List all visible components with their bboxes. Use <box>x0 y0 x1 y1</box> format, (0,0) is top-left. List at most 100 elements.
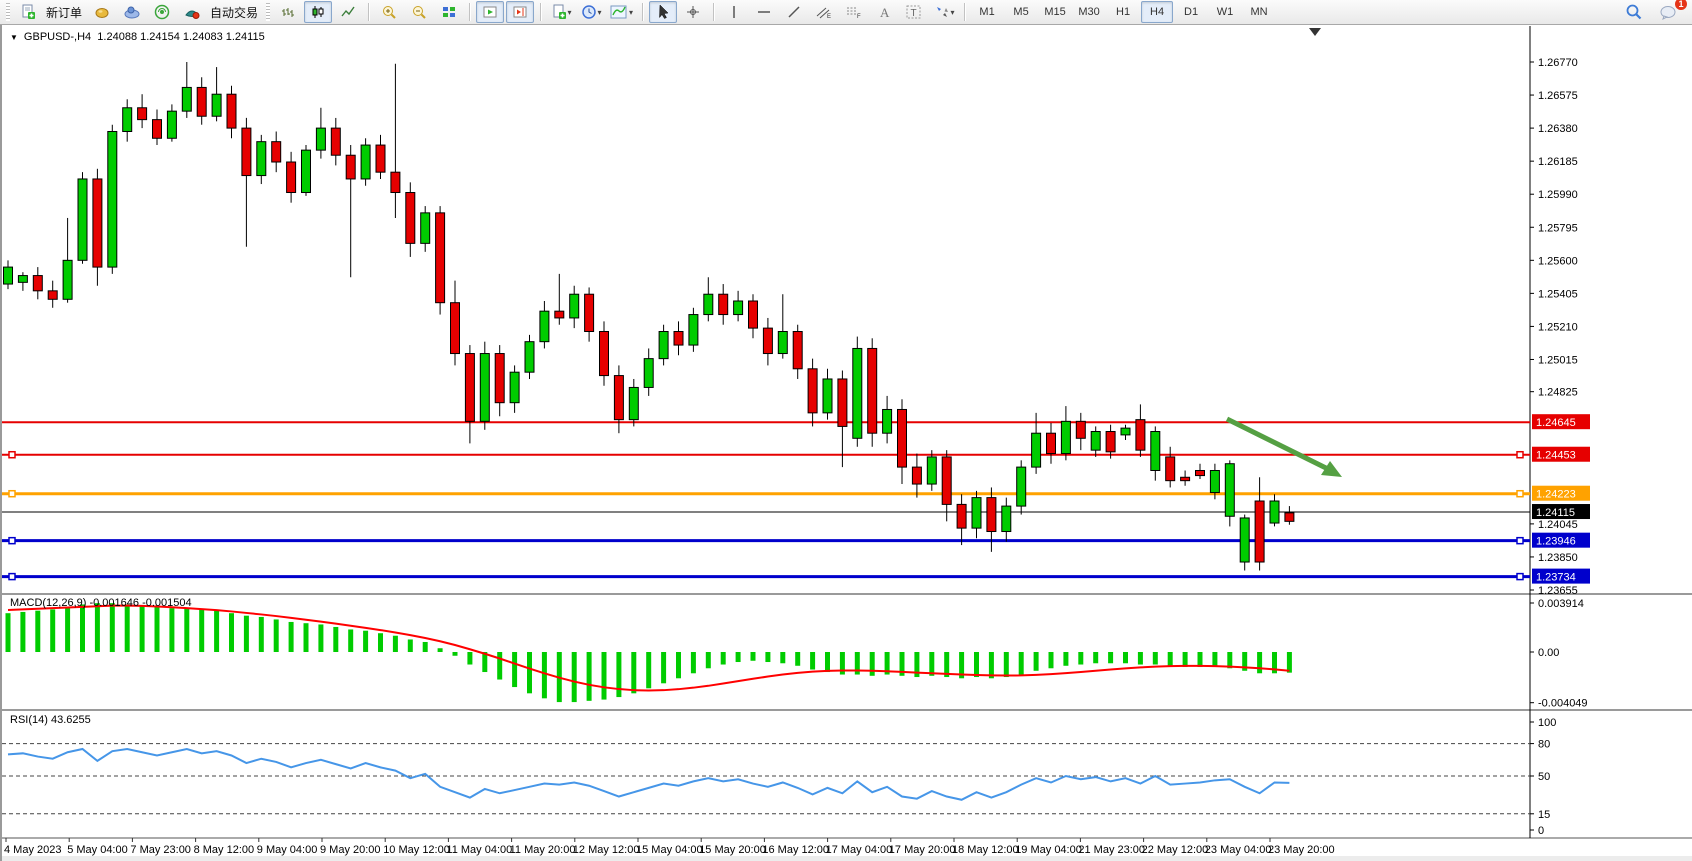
bar-chart-type-button[interactable] <box>274 1 302 23</box>
zoom-in-button[interactable] <box>375 1 403 23</box>
cursor-tool-button[interactable] <box>649 1 677 23</box>
macd-bar <box>35 611 40 652</box>
line-handle[interactable] <box>9 538 15 544</box>
line-handle[interactable] <box>1517 538 1523 544</box>
bear-candle <box>1285 513 1294 521</box>
line-handle[interactable] <box>1517 491 1523 497</box>
chart-canvas[interactable]: 1.267701.265751.263801.261851.259901.257… <box>2 25 1692 861</box>
vertical-line-tool-button[interactable] <box>720 1 748 23</box>
svg-text:1.24645: 1.24645 <box>1536 417 1576 429</box>
svg-text:1.23850: 1.23850 <box>1538 552 1578 564</box>
bear-candle <box>763 328 772 353</box>
bear-candle <box>1076 421 1085 438</box>
bull-candle <box>167 111 176 138</box>
timeframe-w1-button[interactable]: W1 <box>1209 1 1241 23</box>
toolbar-grip-2[interactable] <box>266 3 270 21</box>
macd-bar <box>616 652 621 697</box>
timeframe-m5-button[interactable]: M5 <box>1005 1 1037 23</box>
macd-bar <box>1049 652 1054 668</box>
timeframe-m1-button[interactable]: M1 <box>971 1 1003 23</box>
auto-trading-button[interactable] <box>178 1 206 23</box>
arrows-tool-button[interactable]: ▾ <box>930 1 958 23</box>
crosshair-tool-button[interactable] <box>679 1 707 23</box>
macd-bar <box>1257 652 1262 673</box>
timeframe-h1-button[interactable]: H1 <box>1107 1 1139 23</box>
macd-bar <box>1287 652 1292 673</box>
bear-candle <box>197 87 206 116</box>
new-order-label[interactable]: 新订单 <box>46 4 82 21</box>
bear-candle <box>451 303 460 354</box>
timeframe-m30-button[interactable]: M30 <box>1073 1 1105 23</box>
search-button[interactable] <box>1620 1 1648 23</box>
signals-button[interactable] <box>148 1 176 23</box>
svg-text:1.26575: 1.26575 <box>1538 90 1578 102</box>
svg-text:0.003914: 0.003914 <box>1538 598 1584 610</box>
line-chart-type-button[interactable] <box>334 1 362 23</box>
macd-bar <box>661 652 666 683</box>
trendline-tool-button[interactable] <box>780 1 808 23</box>
toolbar-grip[interactable] <box>6 3 10 21</box>
notifications-button[interactable]: 1 <box>1654 1 1682 23</box>
line-handle[interactable] <box>9 574 15 580</box>
period-button[interactable]: ▾ <box>577 1 605 23</box>
timeframe-h4-button[interactable]: H4 <box>1141 1 1173 23</box>
macd-bar <box>706 652 711 668</box>
new-order-button[interactable] <box>14 1 42 23</box>
macd-bar <box>378 633 383 652</box>
market-watch-icon <box>94 4 110 20</box>
bear-candle <box>793 332 802 369</box>
new-chart-button[interactable]: ▾ <box>547 1 575 23</box>
macd-bar <box>1034 652 1039 671</box>
timeframe-m15-button[interactable]: M15 <box>1039 1 1071 23</box>
macd-bar <box>229 613 234 652</box>
timeframe-mn-button[interactable]: MN <box>1243 1 1275 23</box>
macd-bar <box>1183 652 1188 667</box>
macd-bar <box>110 603 115 652</box>
macd-bar <box>1138 652 1143 665</box>
line-handle[interactable] <box>9 491 15 497</box>
macd-bar <box>631 652 636 693</box>
bear-candle <box>868 348 877 433</box>
channel-tool-button[interactable]: E <box>810 1 838 23</box>
macd-bar <box>80 604 85 652</box>
chart-window[interactable]: 1.267701.265751.263801.261851.259901.257… <box>0 25 1692 861</box>
bull-candle <box>734 301 743 315</box>
macd-bar <box>95 603 100 652</box>
indicators-button[interactable]: ▾ <box>607 1 636 23</box>
zoom-out-button[interactable] <box>405 1 433 23</box>
timeframe-d1-button[interactable]: D1 <box>1175 1 1207 23</box>
macd-bar <box>393 636 398 652</box>
horizontal-line-icon <box>756 4 772 20</box>
zoom-in-icon <box>381 4 397 20</box>
tile-windows-button[interactable] <box>435 1 463 23</box>
chart-shift-button[interactable] <box>506 1 534 23</box>
notification-count-badge: 1 <box>1675 0 1687 10</box>
horizontal-line-tool-button[interactable] <box>750 1 778 23</box>
bull-candle <box>1121 428 1130 435</box>
svg-text:1.26185: 1.26185 <box>1538 156 1578 168</box>
bear-candle <box>942 457 951 504</box>
bar-chart-icon <box>280 4 296 20</box>
community-button[interactable] <box>118 1 146 23</box>
macd-bar <box>214 611 219 652</box>
svg-text:21 May 23:00: 21 May 23:00 <box>1078 844 1145 856</box>
chart-menu-triangle-icon[interactable]: ▼ <box>10 33 18 42</box>
market-watch-button[interactable] <box>88 1 116 23</box>
svg-text:1.25990: 1.25990 <box>1538 189 1578 201</box>
line-handle[interactable] <box>1517 452 1523 458</box>
bull-candle <box>78 179 87 260</box>
macd-bar <box>542 652 547 698</box>
svg-text:50: 50 <box>1538 771 1550 783</box>
svg-text:80: 80 <box>1538 739 1550 751</box>
line-handle[interactable] <box>1517 574 1523 580</box>
candlestick-chart-type-button[interactable] <box>304 1 332 23</box>
auto-scroll-button[interactable] <box>476 1 504 23</box>
fibonacci-tool-button[interactable]: F <box>840 1 868 23</box>
line-handle[interactable] <box>9 452 15 458</box>
auto-trading-label[interactable]: 自动交易 <box>210 4 258 21</box>
text-tool-button[interactable]: A <box>870 1 898 23</box>
bear-candle <box>898 409 907 467</box>
macd-bar <box>199 609 204 652</box>
svg-text:1.25210: 1.25210 <box>1538 321 1578 333</box>
text-label-tool-button[interactable]: T <box>900 1 928 23</box>
